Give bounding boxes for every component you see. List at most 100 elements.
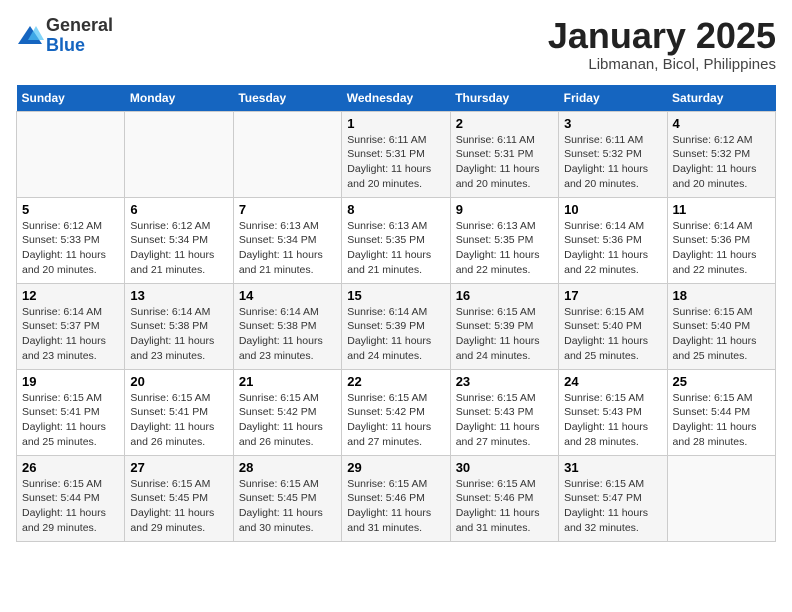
logo-blue-text: Blue: [46, 35, 85, 55]
day-number: 24: [564, 374, 661, 389]
calendar-cell: 17Sunrise: 6:15 AM Sunset: 5:40 PM Dayli…: [559, 283, 667, 369]
week-row-3: 12 Sunrise: 6:14 AM Sunset: 5:37 PM Dayli…: [17, 283, 776, 369]
calendar-cell: [667, 455, 775, 541]
day-number: 15: [347, 288, 444, 303]
calendar-cell: 18 Sunrise: 6:15 AM Sunset: 5:40 PM Dayli…: [667, 283, 775, 369]
day-number: 16: [456, 288, 553, 303]
day-info: Sunrise: 6:15 AM Sunset: 5:43 PM Dayligh…: [456, 391, 553, 450]
day-number: 31: [564, 460, 661, 475]
calendar-cell: 11 Sunrise: 6:14 AM Sunset: 5:36 PM Dayli…: [667, 197, 775, 283]
day-header-friday: Friday: [559, 85, 667, 112]
day-info: Sunrise: 6:15 AM Sunset: 5:42 PM Dayligh…: [347, 391, 444, 450]
day-number: 6: [130, 202, 227, 217]
calendar-cell: 25 Sunrise: 6:15 AM Sunset: 5:44 PM Dayli…: [667, 369, 775, 455]
day-number: 11: [673, 202, 770, 217]
day-number: 19: [22, 374, 119, 389]
day-info: Sunrise: 6:15 AM Sunset: 5:40 PM Dayligh…: [673, 305, 770, 364]
day-number: 9: [456, 202, 553, 217]
calendar-cell: 13 Sunrise: 6:14 AM Sunset: 5:38 PM Dayli…: [125, 283, 233, 369]
day-number: 27: [130, 460, 227, 475]
location-subtitle: Libmanan, Bicol, Philippines: [548, 56, 776, 73]
calendar-cell: 22 Sunrise: 6:15 AM Sunset: 5:42 PM Dayli…: [342, 369, 450, 455]
day-info: Sunrise: 6:14 AM Sunset: 5:37 PM Dayligh…: [22, 305, 119, 364]
day-number: 25: [673, 374, 770, 389]
calendar-table: SundayMondayTuesdayWednesdayThursdayFrid…: [16, 85, 776, 542]
calendar-cell: 16 Sunrise: 6:15 AM Sunset: 5:39 PM Dayli…: [450, 283, 558, 369]
day-number: 2: [456, 116, 553, 131]
day-info: Sunrise: 6:14 AM Sunset: 5:38 PM Dayligh…: [239, 305, 336, 364]
day-info: Sunrise: 6:15 AM Sunset: 5:39 PM Dayligh…: [456, 305, 553, 364]
day-info: Sunrise: 6:12 AM Sunset: 5:33 PM Dayligh…: [22, 219, 119, 278]
day-info: Sunrise: 6:15 AM Sunset: 5:45 PM Dayligh…: [130, 477, 227, 536]
week-row-2: 5 Sunrise: 6:12 AM Sunset: 5:33 PM Daylig…: [17, 197, 776, 283]
day-number: 21: [239, 374, 336, 389]
day-info: Sunrise: 6:15 AM Sunset: 5:45 PM Dayligh…: [239, 477, 336, 536]
calendar-cell: 21Sunrise: 6:15 AM Sunset: 5:42 PM Dayli…: [233, 369, 341, 455]
calendar-cell: 3Sunrise: 6:11 AM Sunset: 5:32 PM Daylig…: [559, 111, 667, 197]
calendar-cell: 31 Sunrise: 6:15 AM Sunset: 5:47 PM Dayli…: [559, 455, 667, 541]
calendar-cell: 28 Sunrise: 6:15 AM Sunset: 5:45 PM Dayli…: [233, 455, 341, 541]
week-row-5: 26Sunrise: 6:15 AM Sunset: 5:44 PM Dayli…: [17, 455, 776, 541]
day-info: Sunrise: 6:12 AM Sunset: 5:34 PM Dayligh…: [130, 219, 227, 278]
day-info: Sunrise: 6:15 AM Sunset: 5:41 PM Dayligh…: [130, 391, 227, 450]
day-info: Sunrise: 6:15 AM Sunset: 5:40 PM Dayligh…: [564, 305, 661, 364]
day-header-thursday: Thursday: [450, 85, 558, 112]
day-info: Sunrise: 6:14 AM Sunset: 5:36 PM Dayligh…: [673, 219, 770, 278]
day-number: 28: [239, 460, 336, 475]
calendar-cell: [125, 111, 233, 197]
calendar-cell: 19 Sunrise: 6:15 AM Sunset: 5:41 PM Dayli…: [17, 369, 125, 455]
day-info: Sunrise: 6:15 AM Sunset: 5:44 PM Dayligh…: [673, 391, 770, 450]
day-number: 23: [456, 374, 553, 389]
day-number: 3: [564, 116, 661, 131]
calendar-cell: 4 Sunrise: 6:12 AM Sunset: 5:32 PM Daylig…: [667, 111, 775, 197]
day-number: 12: [22, 288, 119, 303]
day-number: 29: [347, 460, 444, 475]
day-info: Sunrise: 6:13 AM Sunset: 5:34 PM Dayligh…: [239, 219, 336, 278]
calendar-cell: 2 Sunrise: 6:11 AM Sunset: 5:31 PM Daylig…: [450, 111, 558, 197]
logo-icon: [16, 22, 44, 50]
calendar-cell: 9Sunrise: 6:13 AM Sunset: 5:35 PM Daylig…: [450, 197, 558, 283]
day-info: Sunrise: 6:14 AM Sunset: 5:39 PM Dayligh…: [347, 305, 444, 364]
day-number: 18: [673, 288, 770, 303]
day-number: 30: [456, 460, 553, 475]
calendar-cell: 14 Sunrise: 6:14 AM Sunset: 5:38 PM Dayli…: [233, 283, 341, 369]
day-number: 5: [22, 202, 119, 217]
day-number: 1: [347, 116, 444, 131]
day-info: Sunrise: 6:14 AM Sunset: 5:36 PM Dayligh…: [564, 219, 661, 278]
page-header: General Blue January 2025 Libmanan, Bico…: [16, 16, 776, 73]
calendar-cell: 29Sunrise: 6:15 AM Sunset: 5:46 PM Dayli…: [342, 455, 450, 541]
header-row: SundayMondayTuesdayWednesdayThursdayFrid…: [17, 85, 776, 112]
calendar-cell: 10 Sunrise: 6:14 AM Sunset: 5:36 PM Dayli…: [559, 197, 667, 283]
day-header-saturday: Saturday: [667, 85, 775, 112]
day-number: 7: [239, 202, 336, 217]
calendar-cell: 5 Sunrise: 6:12 AM Sunset: 5:33 PM Daylig…: [17, 197, 125, 283]
day-header-wednesday: Wednesday: [342, 85, 450, 112]
day-header-sunday: Sunday: [17, 85, 125, 112]
logo: General Blue: [16, 16, 113, 56]
day-number: 26: [22, 460, 119, 475]
day-info: Sunrise: 6:15 AM Sunset: 5:43 PM Dayligh…: [564, 391, 661, 450]
day-info: Sunrise: 6:13 AM Sunset: 5:35 PM Dayligh…: [347, 219, 444, 278]
calendar-cell: 15 Sunrise: 6:14 AM Sunset: 5:39 PM Dayli…: [342, 283, 450, 369]
day-number: 8: [347, 202, 444, 217]
logo-general-text: General: [46, 15, 113, 35]
day-number: 14: [239, 288, 336, 303]
day-info: Sunrise: 6:11 AM Sunset: 5:31 PM Dayligh…: [456, 133, 553, 192]
day-number: 4: [673, 116, 770, 131]
day-number: 22: [347, 374, 444, 389]
calendar-cell: 23 Sunrise: 6:15 AM Sunset: 5:43 PM Dayli…: [450, 369, 558, 455]
calendar-cell: [233, 111, 341, 197]
day-info: Sunrise: 6:12 AM Sunset: 5:32 PM Dayligh…: [673, 133, 770, 192]
calendar-cell: 12 Sunrise: 6:14 AM Sunset: 5:37 PM Dayli…: [17, 283, 125, 369]
day-info: Sunrise: 6:15 AM Sunset: 5:47 PM Dayligh…: [564, 477, 661, 536]
day-info: Sunrise: 6:11 AM Sunset: 5:31 PM Dayligh…: [347, 133, 444, 192]
day-info: Sunrise: 6:14 AM Sunset: 5:38 PM Dayligh…: [130, 305, 227, 364]
calendar-cell: 27 Sunrise: 6:15 AM Sunset: 5:45 PM Dayli…: [125, 455, 233, 541]
week-row-4: 19 Sunrise: 6:15 AM Sunset: 5:41 PM Dayli…: [17, 369, 776, 455]
week-row-1: 1 Sunrise: 6:11 AM Sunset: 5:31 PM Daylig…: [17, 111, 776, 197]
day-number: 13: [130, 288, 227, 303]
calendar-cell: [17, 111, 125, 197]
day-number: 10: [564, 202, 661, 217]
calendar-cell: 20Sunrise: 6:15 AM Sunset: 5:41 PM Dayli…: [125, 369, 233, 455]
day-info: Sunrise: 6:15 AM Sunset: 5:41 PM Dayligh…: [22, 391, 119, 450]
